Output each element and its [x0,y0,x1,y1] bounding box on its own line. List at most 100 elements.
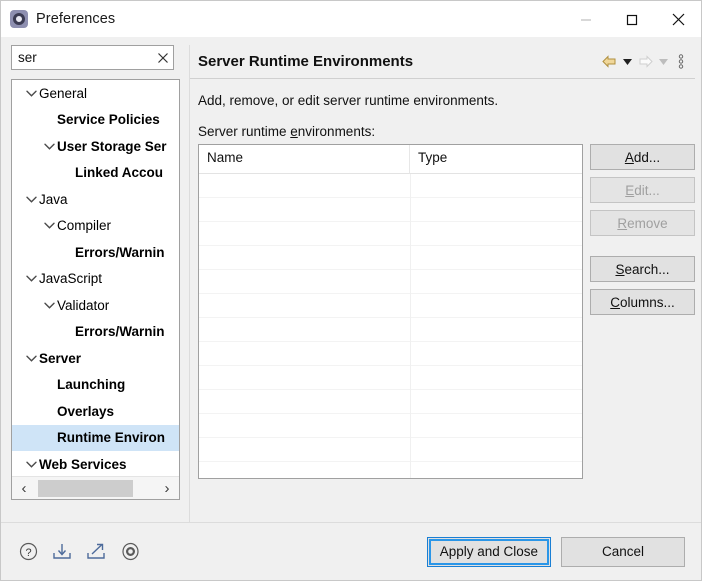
tree-item-label: Service Policies [57,112,160,127]
tree-item-launching[interactable]: Launching [12,372,179,399]
table-action-buttons: Add... Edit... Remove Search... Columns... [590,144,695,510]
tree-item-runtime-environ[interactable]: Runtime Environ [12,425,179,452]
tree-item-compiler[interactable]: Compiler [12,213,179,240]
tree-item-general[interactable]: General [12,80,179,107]
page-description: Add, remove, or edit server runtime envi… [190,79,695,108]
button-label: Columns... [610,295,675,310]
chevron-right-icon[interactable]: › [155,477,179,500]
scroll-track[interactable] [36,477,155,499]
maximize-icon[interactable] [609,1,655,38]
chevron-left-icon[interactable]: ‹ [12,477,36,500]
cancel-button[interactable]: Cancel [561,537,685,567]
export-icon[interactable] [85,541,107,563]
tree-item-label: Java [39,192,68,207]
view-menu-icon[interactable] [671,51,691,73]
table-row[interactable] [199,414,582,438]
footer-buttons: Apply and Close Cancel [427,537,685,567]
chevron-down-icon[interactable] [41,297,57,313]
add-button[interactable]: Add... [590,144,695,170]
preferences-tree[interactable]: General Service Policies User Storage Ser L… [11,79,180,500]
column-header-name[interactable]: Name [199,145,410,174]
tree-item-label: General [39,86,87,101]
tree-item-overlays[interactable]: Overlays [12,398,179,425]
table-row[interactable] [199,198,582,222]
left-pane: ser General Service Policies User Storage … [1,38,181,522]
column-separator [410,174,411,478]
tree-item-label: Launching [57,377,125,392]
field-label-pre: Server runtime [198,124,290,139]
tree-item-label: Compiler [57,218,111,233]
back-dropdown-icon[interactable] [619,51,635,73]
filter-input[interactable]: ser [12,50,153,65]
tree-item-label: Errors/Warnin [75,324,165,339]
table-row[interactable] [199,342,582,366]
back-arrow-icon[interactable] [599,51,619,73]
chevron-down-icon[interactable] [23,456,39,472]
table-row[interactable] [199,318,582,342]
remove-button: Remove [590,210,695,236]
clear-icon[interactable] [153,46,173,69]
title-bar: Preferences [1,1,701,38]
tree-item-label: Runtime Environ [57,430,165,445]
tree-rows: General Service Policies User Storage Ser L… [12,80,179,476]
tree-item-service-policies[interactable]: Service Policies [12,107,179,134]
preferences-gear-icon [10,10,28,28]
field-label-post: nvironments: [298,124,375,139]
table-row[interactable] [199,438,582,462]
close-icon[interactable] [655,1,701,38]
chevron-down-icon[interactable] [41,138,57,154]
chevron-down-icon[interactable] [41,218,57,234]
page-title: Server Runtime Environments [198,53,413,70]
table-row[interactable] [199,270,582,294]
runtime-environments-table[interactable]: Name Type [198,144,583,479]
columns-button[interactable]: Columns... [590,289,695,315]
tree-item-errors-warnin[interactable]: Errors/Warnin [12,239,179,266]
tree-item-validator[interactable]: Validator [12,292,179,319]
table-row[interactable] [199,174,582,198]
tree-item-label: Validator [57,298,109,313]
button-label: Apply and Close [440,544,538,559]
tree-item-web-services[interactable]: Web Services [12,451,179,476]
minimize-icon[interactable] [563,1,609,38]
tree-item-label: Overlays [57,404,114,419]
table-area: Name Type Add... Edit... Remove Search... Co… [190,144,695,522]
tree-item-label: JavaScript [39,271,102,286]
table-row[interactable] [199,366,582,390]
help-icon[interactable]: ? [17,541,39,563]
dialog-content: ser General Service Policies User Storage … [1,38,701,522]
page-header: Server Runtime Environments [190,45,695,79]
tree-item-label: Linked Accou [75,165,163,180]
tree-horizontal-scrollbar[interactable]: ‹ › [12,476,179,499]
tree-item-linked-accou[interactable]: Linked Accou [12,160,179,187]
tree-item-user-storage-ser[interactable]: User Storage Ser [12,133,179,160]
tree-item-errors-warnin[interactable]: Errors/Warnin [12,319,179,346]
forward-dropdown-icon [655,51,671,73]
tree-item-server[interactable]: Server [12,345,179,372]
table-row[interactable] [199,390,582,414]
search-button[interactable]: Search... [590,256,695,282]
chevron-down-icon[interactable] [23,350,39,366]
chevron-down-icon[interactable] [23,85,39,101]
filter-box[interactable]: ser [11,45,174,70]
column-header-type[interactable]: Type [410,145,582,174]
table-row[interactable] [199,294,582,318]
edit-button: Edit... [590,177,695,203]
window-title: Preferences [36,11,115,27]
tree-item-label: Web Services [39,457,127,472]
import-icon[interactable] [51,541,73,563]
settings-circle-icon[interactable] [119,541,141,563]
chevron-down-icon[interactable] [23,271,39,287]
tree-item-javascript[interactable]: JavaScript [12,266,179,293]
dialog-footer: ? [1,522,701,580]
button-label: Edit... [625,183,660,198]
chevron-down-icon[interactable] [23,191,39,207]
scroll-thumb[interactable] [38,480,133,497]
table-row[interactable] [199,246,582,270]
button-label: Add... [625,150,660,165]
table-row[interactable] [199,222,582,246]
table-body[interactable] [199,174,582,478]
button-label: Remove [617,216,667,231]
apply-and-close-button[interactable]: Apply and Close [427,537,551,567]
tree-item-java[interactable]: Java [12,186,179,213]
button-label: Search... [615,262,669,277]
